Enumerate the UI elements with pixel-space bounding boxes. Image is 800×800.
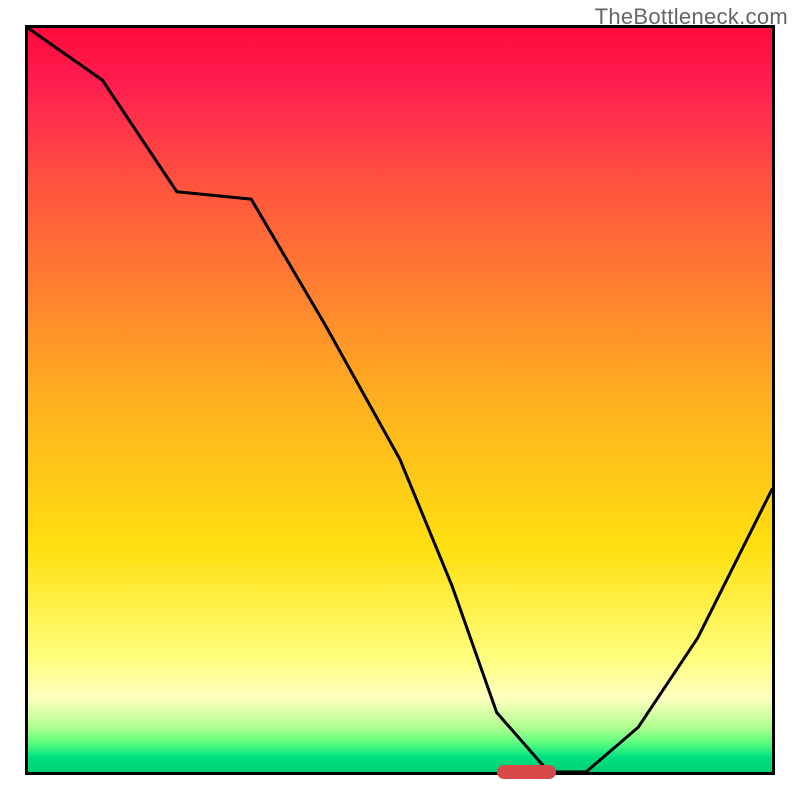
watermark-text: TheBottleneck.com bbox=[595, 4, 788, 30]
plot-area bbox=[25, 25, 775, 775]
bottleneck-chart: TheBottleneck.com bbox=[0, 0, 800, 800]
optimal-marker bbox=[497, 765, 557, 779]
gradient-background bbox=[28, 28, 772, 772]
